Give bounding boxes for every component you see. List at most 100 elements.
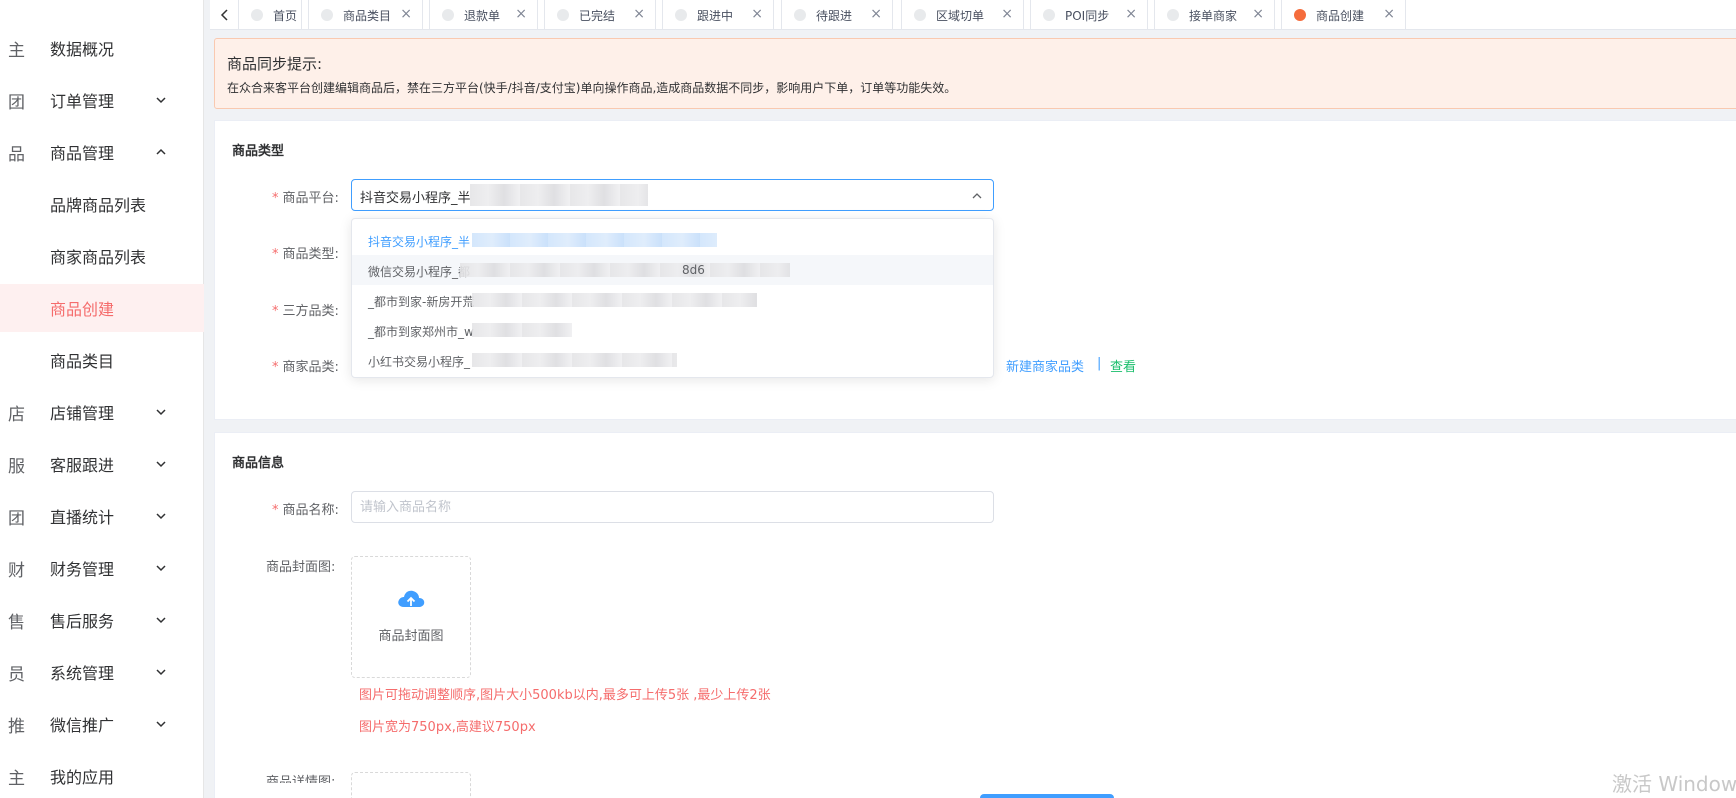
- notice-text: 在众合来客平台创建编辑商品后，禁在三方平台(快手/抖音/支付宝)单向操作商品,造…: [227, 81, 957, 95]
- section-title-product-info: 商品信息: [232, 456, 285, 471]
- redacted-text: [472, 323, 572, 337]
- sidebar-item-label: 系统管理: [50, 664, 115, 683]
- cover-image-label: 商品封面图:: [266, 560, 336, 575]
- menu-glyph-icon: 团: [8, 92, 25, 113]
- sidebar-item-label: 店铺管理: [50, 404, 115, 423]
- sidebar-item-11[interactable]: 售 售后服务: [0, 596, 204, 644]
- platform-option-suffix: 8d6: [682, 263, 705, 277]
- tab-1[interactable]: 商品类目 ×: [308, 0, 423, 30]
- menu-glyph-icon: 团: [8, 508, 25, 529]
- tab-status-dot: [1167, 9, 1179, 21]
- tab-status-dot: [557, 9, 569, 21]
- platform-option-2[interactable]: _都市到家-新房开荒: [352, 285, 993, 315]
- sidebar-item-12[interactable]: 员 系统管理: [0, 648, 204, 696]
- tab-2[interactable]: 退款单 ×: [429, 0, 538, 30]
- close-icon[interactable]: ×: [633, 6, 645, 22]
- platform-select[interactable]: 抖音交易小程序_半: [351, 179, 994, 211]
- tab-3[interactable]: 已完结 ×: [544, 0, 656, 30]
- sidebar-item-2[interactable]: 品 商品管理: [0, 128, 204, 176]
- cover-image-upload[interactable]: 商品封面图: [351, 556, 471, 678]
- platform-option-label: _都市到家-新房开荒: [368, 295, 475, 309]
- close-icon[interactable]: ×: [1001, 6, 1013, 22]
- sidebar-item-1[interactable]: 团 订单管理: [0, 76, 204, 124]
- sidebar-item-label: 直播统计: [50, 508, 115, 527]
- tab-status-dot: [1294, 9, 1306, 21]
- close-icon[interactable]: ×: [1383, 6, 1395, 22]
- activation-watermark: 激活 Window: [1612, 772, 1736, 796]
- redacted-text: [470, 184, 648, 206]
- close-icon[interactable]: ×: [870, 6, 882, 22]
- tab-label: 接单商家: [1189, 9, 1238, 23]
- chevron-left-icon: [220, 9, 228, 21]
- tab-label: 已完结: [579, 9, 616, 23]
- link-separator: |: [1097, 356, 1102, 371]
- tab-5[interactable]: 待跟进 ×: [781, 0, 893, 30]
- tab-8[interactable]: 接单商家 ×: [1154, 0, 1275, 30]
- view-link[interactable]: 查看: [1110, 356, 1136, 375]
- sidebar-item-label: 商家商品列表: [50, 248, 147, 267]
- new-merchant-category-link[interactable]: 新建商家品类: [1006, 356, 1084, 375]
- chevron-down-icon: [155, 718, 167, 730]
- platform-option-1[interactable]: 微信交易小程序_都 8d6: [352, 255, 993, 285]
- redacted-text: [472, 353, 677, 367]
- sidebar-item-7[interactable]: 店 店铺管理: [0, 388, 204, 436]
- product-name-input[interactable]: [351, 491, 994, 523]
- cover-upload-label: 商品封面图: [378, 629, 444, 644]
- sidebar-item-4[interactable]: 商家商品列表: [0, 232, 204, 280]
- tab-status-dot: [914, 9, 926, 21]
- sidebar-item-label: 商品管理: [50, 144, 115, 163]
- platform-option-3[interactable]: _都市到家郑州市_w: [352, 315, 993, 345]
- notice-title: 商品同步提示:: [227, 55, 323, 73]
- sidebar-item-6[interactable]: 商品类目: [0, 336, 204, 384]
- sidebar-item-5[interactable]: 商品创建: [0, 284, 204, 332]
- tab-label: 区域切单: [936, 9, 985, 23]
- tab-9[interactable]: 商品创建 ×: [1281, 0, 1406, 30]
- sidebar-item-label: 售后服务: [50, 612, 115, 631]
- tab-4[interactable]: 跟进中 ×: [662, 0, 774, 30]
- sidebar-item-label: 订单管理: [50, 92, 115, 111]
- sidebar-item-14[interactable]: 主 我的应用: [0, 752, 204, 798]
- submit-button[interactable]: [980, 794, 1114, 798]
- third-category-label: * 三方品类:: [272, 304, 339, 319]
- tab-status-dot: [321, 9, 333, 21]
- detail-image-label: 商品详情图:: [266, 775, 336, 783]
- sidebar-item-10[interactable]: 财 财务管理: [0, 544, 204, 592]
- sidebar-item-label: 财务管理: [50, 560, 115, 579]
- close-icon[interactable]: ×: [400, 6, 412, 22]
- chevron-up-icon: [971, 190, 983, 202]
- close-icon[interactable]: ×: [751, 6, 763, 22]
- tabs-prev-button[interactable]: [212, 0, 238, 30]
- chevron-down-icon: [155, 510, 167, 522]
- platform-option-label: _都市到家郑州市_w: [368, 325, 474, 339]
- sidebar-item-0[interactable]: 主 数据概况: [0, 24, 204, 72]
- tab-label: 首页: [273, 9, 298, 23]
- close-icon[interactable]: ×: [515, 6, 527, 22]
- tab-label: 商品类目: [343, 9, 392, 23]
- menu-glyph-icon: 店: [8, 404, 25, 425]
- chevron-up-icon: [155, 146, 167, 158]
- tab-0[interactable]: 首页: [238, 0, 302, 30]
- tab-status-dot: [442, 9, 454, 21]
- close-icon[interactable]: ×: [1125, 6, 1137, 22]
- platform-option-0[interactable]: 抖音交易小程序_半: [352, 225, 993, 255]
- menu-glyph-icon: 财: [8, 560, 25, 581]
- chevron-down-icon: [155, 406, 167, 418]
- menu-glyph-icon: 推: [8, 716, 25, 737]
- menu-glyph-icon: 品: [8, 144, 25, 165]
- sidebar-item-label: 品牌商品列表: [50, 196, 147, 215]
- detail-image-upload[interactable]: [351, 772, 471, 798]
- sidebar-item-8[interactable]: 服 客服跟进: [0, 440, 204, 488]
- sidebar-item-3[interactable]: 品牌商品列表: [0, 180, 204, 228]
- sidebar-item-13[interactable]: 推 微信推广: [0, 700, 204, 748]
- platform-option-label: 微信交易小程序_都: [368, 265, 471, 279]
- close-icon[interactable]: ×: [1252, 6, 1264, 22]
- platform-label: * 商品平台:: [272, 191, 339, 206]
- tab-status-dot: [794, 9, 806, 21]
- tab-6[interactable]: 区域切单 ×: [901, 0, 1024, 30]
- tab-7[interactable]: POI同步 ×: [1030, 0, 1148, 30]
- sidebar-item-9[interactable]: 团 直播统计: [0, 492, 204, 540]
- merchant-category-label: * 商家品类:: [272, 360, 339, 375]
- platform-option-4[interactable]: 小红书交易小程序_: [352, 345, 993, 375]
- tab-label: POI同步: [1065, 9, 1110, 23]
- menu-glyph-icon: 主: [8, 768, 25, 789]
